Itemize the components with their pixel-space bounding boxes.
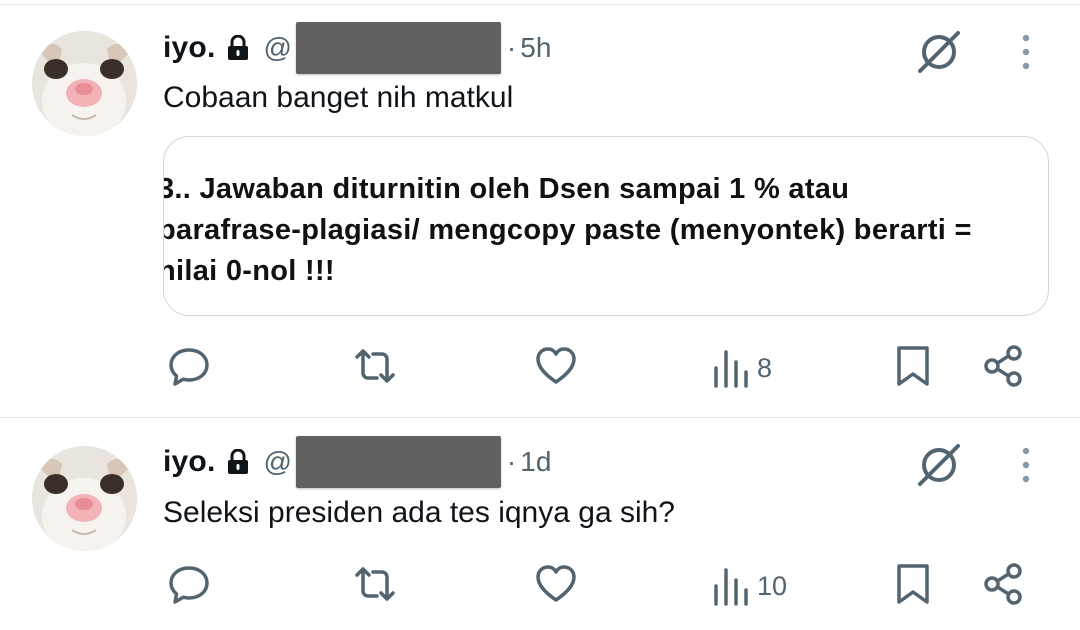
retweet-button[interactable] [351,560,399,608]
retweet-icon [355,349,395,383]
like-button[interactable] [533,560,579,608]
retweet-button[interactable] [351,342,399,390]
views-icon [714,350,748,388]
separator-dot: · [506,446,517,477]
reply-icon [169,566,209,604]
avatar[interactable] [32,446,137,551]
bookmark-icon [897,346,929,386]
card-text-line: parafrase-plagiasi/ mengcopy paste (meny… [163,214,972,246]
avatar[interactable] [32,31,137,136]
share-button[interactable] [980,560,1026,608]
share-button[interactable] [980,342,1026,390]
share-icon [984,563,1022,605]
grok-icon[interactable] [914,27,964,77]
bookmark-button[interactable] [891,342,935,390]
retweet-icon [355,567,395,601]
tweet-text: Seleksi presiden ada tes iqnya ga sih? [163,496,675,529]
handle-prefix[interactable]: @ [263,32,291,64]
display-name[interactable]: iyo. [163,445,215,479]
reply-icon [169,348,209,386]
views-count: 8 [757,352,773,383]
lock-icon [227,34,249,61]
bookmark-button[interactable] [891,560,935,608]
tweet-header: iyo. @ · 5h [163,22,551,74]
redacted-handle [295,22,501,74]
timestamp[interactable]: 1d [520,446,551,478]
card-text-line: 3.. Jawaban diturnitin oleh Dsen sampai … [163,173,850,205]
timestamp[interactable]: 5h [520,32,551,64]
more-icon[interactable] [1012,27,1040,77]
lock-icon [227,448,249,475]
display-name[interactable]: iyo. [163,31,215,65]
tweet-header: iyo. @ · 1d [163,436,551,488]
views-button[interactable]: 8 [711,344,772,392]
share-icon [984,345,1022,387]
card-text-line: nilai 0-nol !!! [163,255,335,287]
attached-image-card[interactable]: 3.. Jawaban diturnitin oleh Dsen sampai … [163,136,1049,316]
reply-button[interactable] [166,342,212,390]
like-button[interactable] [533,342,579,390]
more-icon[interactable] [1012,440,1040,490]
views-count: 10 [757,570,788,601]
views-icon [714,568,748,606]
redacted-handle [295,436,501,488]
bookmark-icon [897,564,929,604]
top-divider [0,4,1080,5]
handle-prefix[interactable]: @ [263,446,291,478]
heart-icon [536,565,576,602]
separator-dot: · [506,32,517,63]
tweet-text: Cobaan banget nih matkul [163,81,514,114]
tweet-divider [0,417,1080,418]
views-button[interactable]: 10 [711,562,787,610]
heart-icon [536,347,576,384]
reply-button[interactable] [166,560,212,608]
grok-icon[interactable] [914,440,964,490]
